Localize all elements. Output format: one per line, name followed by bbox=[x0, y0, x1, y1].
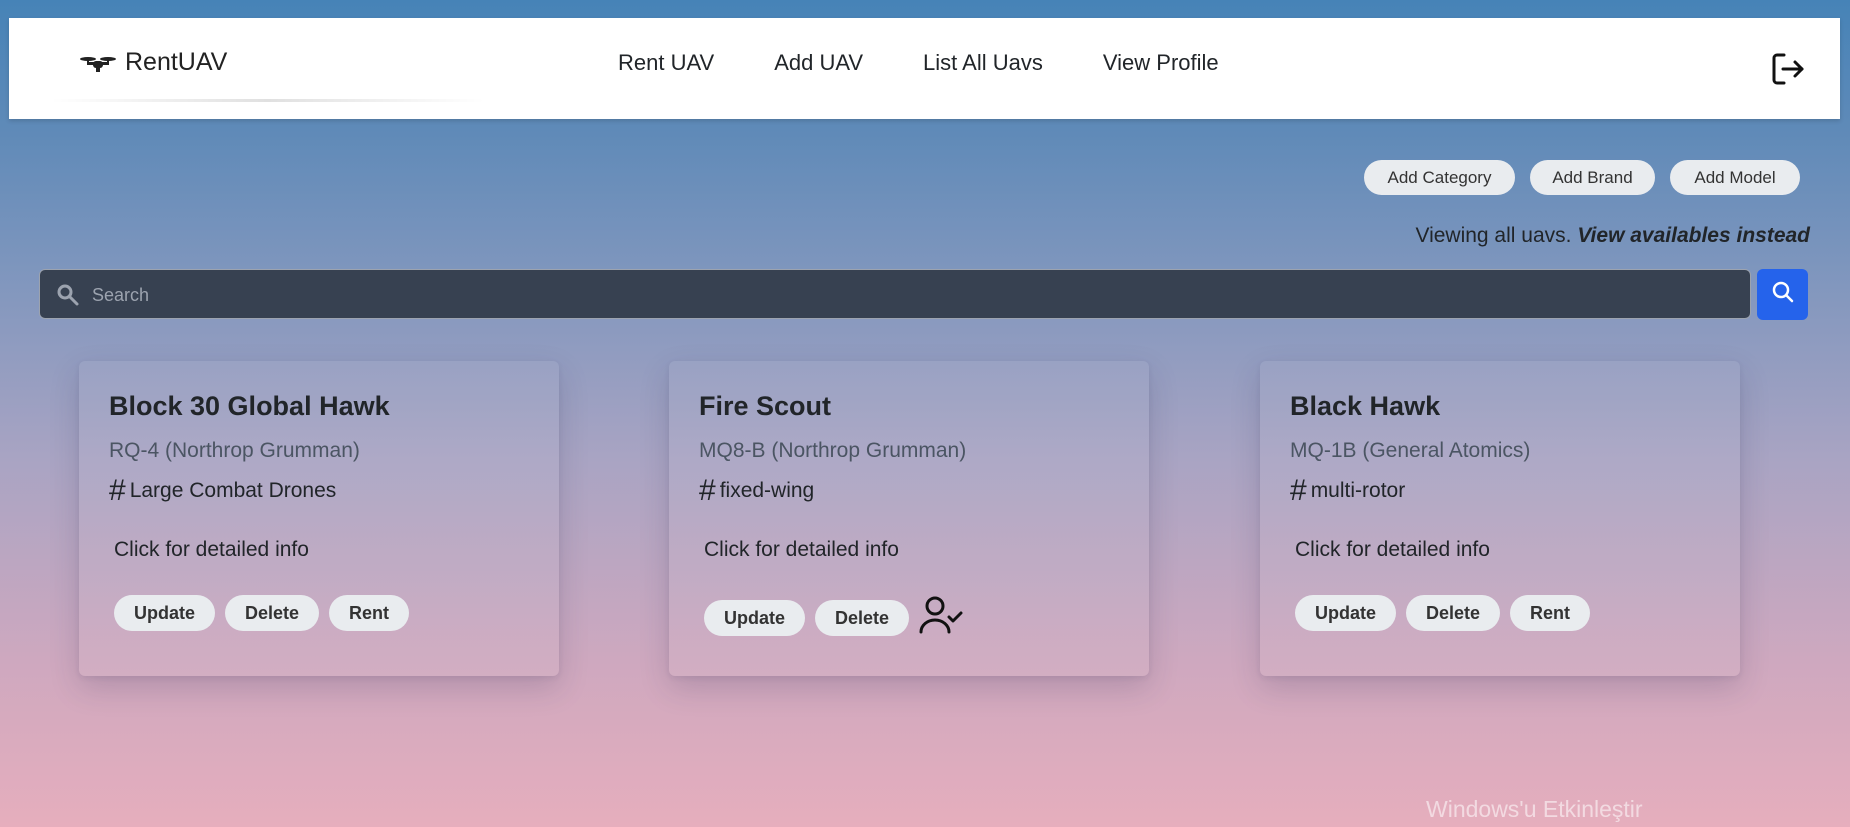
uav-card[interactable]: Fire Scout MQ8-B (Northrop Grumman) # fi… bbox=[669, 361, 1149, 676]
detail-info-link[interactable]: Click for detailed info bbox=[1295, 538, 1490, 562]
search-input[interactable] bbox=[90, 270, 1734, 320]
uav-category: # multi-rotor bbox=[1290, 476, 1405, 506]
hash-icon: # bbox=[699, 474, 716, 507]
uav-category-label: multi-rotor bbox=[1310, 479, 1406, 502]
card-actions: Update Delete bbox=[704, 595, 963, 640]
uav-model: MQ-1B (General Atomics) bbox=[1290, 439, 1531, 462]
view-availables-link[interactable]: View availables instead bbox=[1577, 224, 1810, 247]
user-check-icon bbox=[919, 595, 963, 640]
rent-button[interactable]: Rent bbox=[1510, 595, 1591, 631]
delete-button[interactable]: Delete bbox=[815, 599, 910, 636]
hash-icon: # bbox=[1290, 474, 1307, 507]
uav-title: Black Hawk bbox=[1290, 391, 1441, 421]
add-model-button[interactable]: Add Model bbox=[1670, 160, 1800, 195]
search-button[interactable] bbox=[1757, 269, 1808, 320]
add-category-button[interactable]: Add Category bbox=[1364, 160, 1515, 195]
uav-category: # fixed-wing bbox=[699, 476, 814, 506]
uav-card[interactable]: Black Hawk MQ-1B (General Atomics) # mul… bbox=[1260, 361, 1740, 676]
card-actions: Update Delete Rent bbox=[114, 595, 410, 631]
viewing-text: Viewing all uavs. bbox=[1415, 224, 1572, 247]
nav-rent-uav[interactable]: Rent UAV bbox=[618, 50, 714, 76]
add-brand-button[interactable]: Add Brand bbox=[1530, 160, 1655, 195]
search-icon bbox=[1771, 280, 1795, 309]
top-navbar: RentUAV Rent UAV Add UAV List All Uavs V… bbox=[9, 18, 1840, 119]
delete-button[interactable]: Delete bbox=[225, 595, 320, 631]
nav-view-profile[interactable]: View Profile bbox=[1103, 50, 1219, 76]
update-button[interactable]: Update bbox=[704, 599, 806, 636]
brand-link[interactable]: RentUAV bbox=[79, 48, 227, 77]
uav-category-label: fixed-wing bbox=[719, 479, 815, 502]
uav-category-label: Large Combat Drones bbox=[129, 479, 337, 502]
search-icon bbox=[56, 283, 80, 312]
hash-icon: # bbox=[109, 474, 126, 507]
windows-activation-watermark: Windows'u Etkinleştir bbox=[1426, 796, 1643, 822]
detail-info-link[interactable]: Click for detailed info bbox=[114, 538, 309, 562]
uav-card[interactable]: Block 30 Global Hawk RQ-4 (Northrop Grum… bbox=[79, 361, 559, 676]
brand-divider bbox=[50, 99, 485, 102]
search-bar bbox=[39, 269, 1751, 320]
nav-list-all-uavs[interactable]: List All Uavs bbox=[923, 50, 1043, 76]
uav-title: Fire Scout bbox=[699, 391, 832, 421]
brand-name: RentUAV bbox=[125, 48, 228, 76]
update-button[interactable]: Update bbox=[1295, 595, 1397, 631]
uav-title: Block 30 Global Hawk bbox=[109, 391, 390, 421]
card-actions: Update Delete Rent bbox=[1295, 595, 1591, 631]
nav-add-uav[interactable]: Add UAV bbox=[774, 50, 863, 76]
delete-button[interactable]: Delete bbox=[1406, 595, 1501, 631]
detail-info-link[interactable]: Click for detailed info bbox=[704, 538, 899, 562]
rent-button[interactable]: Rent bbox=[329, 595, 410, 631]
update-button[interactable]: Update bbox=[114, 595, 216, 631]
nav-links: Rent UAV Add UAV List All Uavs View Prof… bbox=[618, 50, 1219, 76]
uav-model: MQ8-B (Northrop Grumman) bbox=[699, 439, 967, 462]
uav-category: # Large Combat Drones bbox=[109, 476, 336, 506]
viewing-status: Viewing all uavs. View availables instea… bbox=[1415, 224, 1810, 248]
logout-icon[interactable] bbox=[1769, 50, 1807, 88]
drone-icon bbox=[79, 52, 117, 74]
uav-model: RQ-4 (Northrop Grumman) bbox=[109, 439, 360, 462]
